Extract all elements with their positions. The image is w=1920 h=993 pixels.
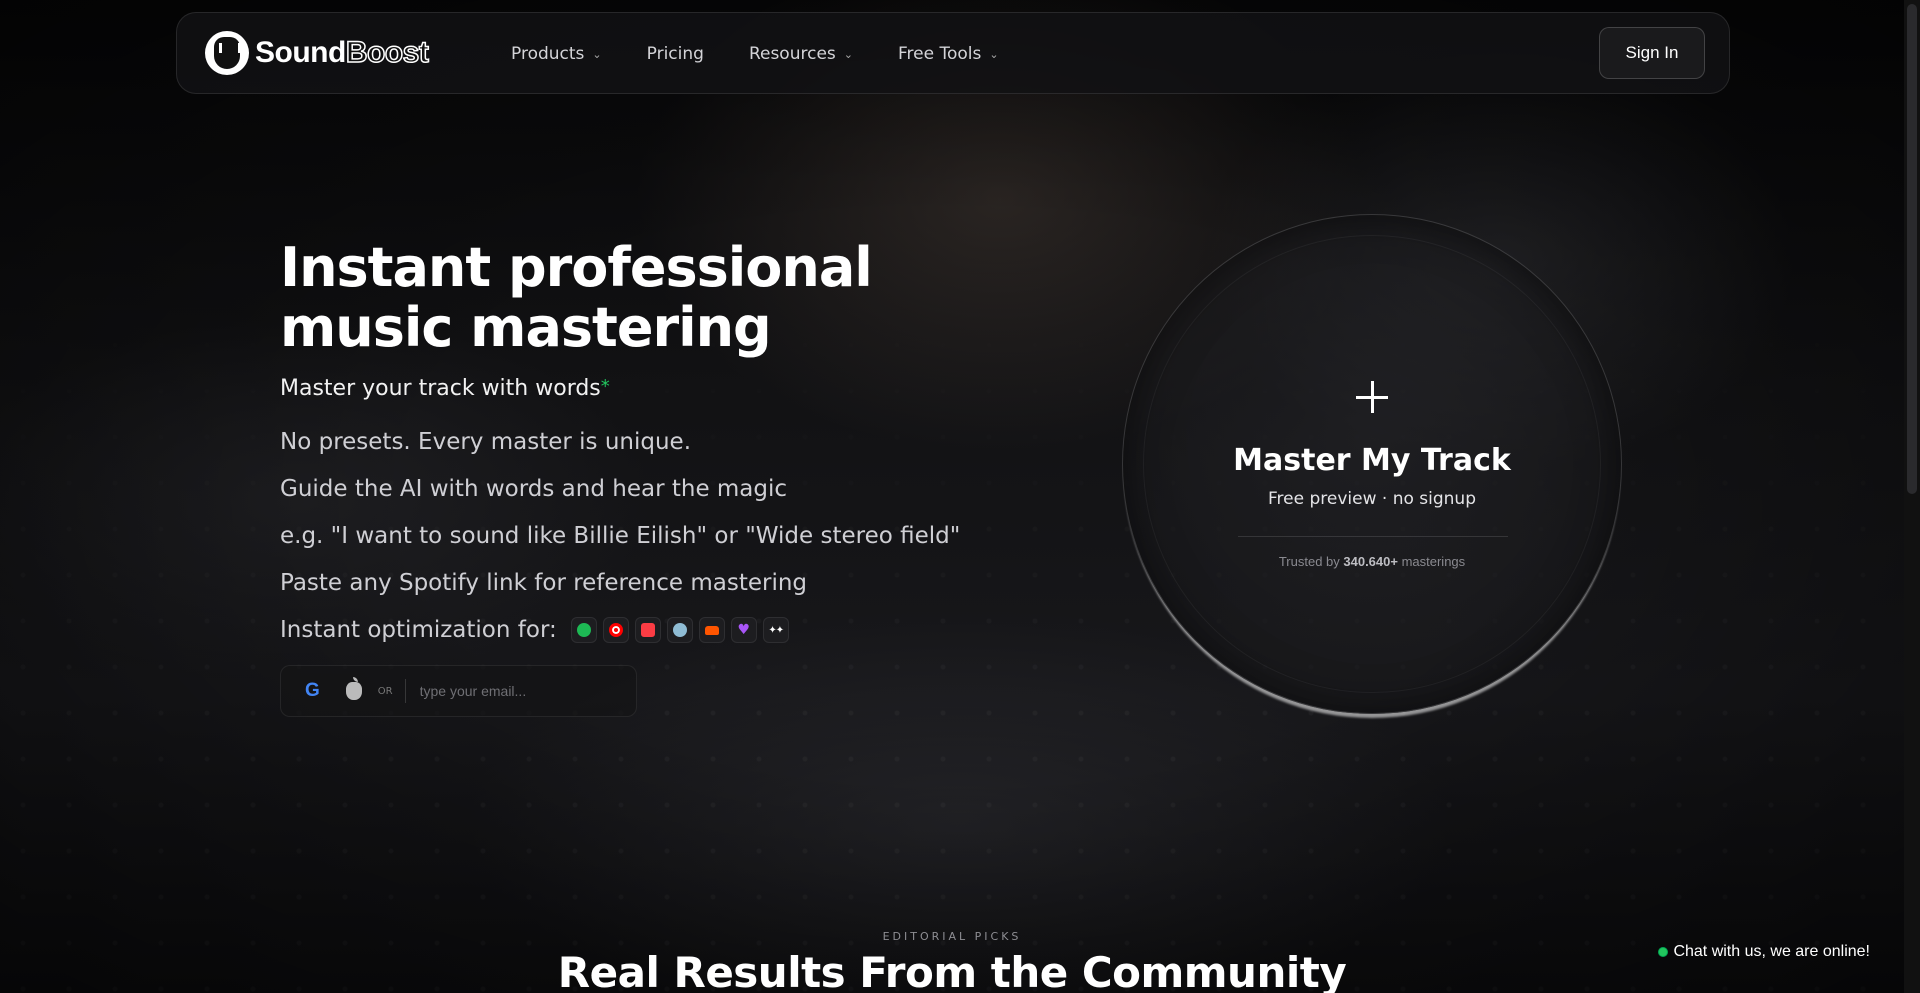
divider — [1238, 536, 1508, 537]
hero-title-line2: music mastering — [280, 296, 772, 359]
logo-word-boost: Boost — [345, 35, 429, 70]
section-eyebrow: EDITORIAL PICKS — [882, 930, 1022, 943]
trusted-by-text: Trusted by 340.640+ masterings — [1123, 554, 1621, 569]
separator — [404, 679, 406, 703]
nav-item-label: Resources — [748, 44, 836, 64]
feature-line: No presets. Every master is unique. — [280, 429, 692, 455]
nav-item-free-tools[interactable]: Free Tools ⌄ — [898, 44, 999, 64]
chat-label: Chat with us, we are online! — [1673, 943, 1870, 960]
optimization-row: Instant optimization for: ♥ ✦✦ — [280, 617, 960, 643]
nav-item-label: Free Tools — [897, 44, 982, 64]
deezer-icon — [666, 617, 693, 643]
hero-section: Instant professional music mastering Mas… — [280, 238, 960, 717]
signup-bar: G OR — [280, 665, 637, 717]
upload-dropzone-wrapper: Master My Track Free preview · no signup… — [1122, 214, 1626, 718]
master-my-track-dropzone[interactable]: Master My Track Free preview · no signup… — [1122, 214, 1622, 714]
hero-title-line1: Instant professional — [280, 236, 873, 299]
headphones-face-icon — [205, 31, 249, 75]
soundcloud-icon — [698, 617, 725, 643]
heart-icon: ♥ — [730, 617, 757, 643]
scrollbar-thumb[interactable] — [1907, 4, 1917, 494]
nav-item-label: Products — [511, 44, 585, 64]
feature-line: e.g. "I want to sound like Billie Eilish… — [280, 523, 961, 549]
optimization-label: Instant optimization for: — [280, 617, 557, 643]
asterisk-mark: * — [600, 376, 610, 397]
or-divider-label: OR — [377, 685, 393, 697]
chevron-down-icon: ⌄ — [843, 47, 853, 61]
chevron-down-icon: ⌄ — [989, 47, 999, 61]
feature-line: Paste any Spotify link for reference mas… — [280, 570, 808, 596]
online-status-icon — [1658, 947, 1669, 957]
youtube-music-icon — [602, 617, 629, 643]
nav-item-resources[interactable]: Resources ⌄ — [749, 44, 853, 64]
logo-wordmark: SoundBoost — [255, 35, 430, 70]
logo-word-sound: Sound — [255, 36, 346, 69]
nav-item-products[interactable]: Products ⌄ — [511, 44, 602, 64]
nav-item-pricing[interactable]: Pricing — [647, 44, 704, 64]
apple-icon[interactable] — [345, 677, 362, 700]
plus-icon — [1356, 381, 1388, 413]
tidal-icon: ✦✦ — [762, 617, 789, 643]
spotify-icon — [570, 617, 597, 643]
soundboost-logo[interactable]: SoundBoost — [205, 31, 430, 75]
top-navbar: SoundBoost Products ⌄ Pricing Resources … — [176, 12, 1730, 94]
subhead-text: Master your track with words — [280, 376, 601, 401]
community-section-title: Real Results From the Community — [557, 948, 1347, 993]
chat-widget[interactable]: Chat with us, we are online! — [1658, 943, 1870, 961]
dropzone-subtitle: Free preview · no signup — [1268, 489, 1476, 509]
trusted-count: 340.640+ — [1343, 554, 1398, 569]
hero-subhead: Master your track with words* — [280, 376, 960, 401]
email-input[interactable] — [419, 683, 620, 699]
trusted-suffix: masterings — [1397, 554, 1466, 569]
nav-item-label: Pricing — [646, 44, 704, 64]
trusted-prefix: Trusted by — [1278, 554, 1344, 569]
feature-line: Guide the AI with words and hear the mag… — [280, 476, 788, 502]
sign-in-button[interactable]: Sign In — [1599, 27, 1705, 79]
google-icon[interactable]: G — [305, 680, 320, 702]
dropzone-title: Master My Track — [1233, 443, 1511, 478]
platform-icons: ♥ ✦✦ — [570, 617, 789, 643]
hero-title: Instant professional music mastering — [280, 238, 880, 358]
page-scrollbar[interactable] — [1904, 0, 1920, 993]
chevron-down-icon: ⌄ — [592, 47, 602, 61]
apple-music-icon — [634, 617, 661, 643]
nav-links: Products ⌄ Pricing Resources ⌄ Free Tool… — [511, 13, 1044, 95]
